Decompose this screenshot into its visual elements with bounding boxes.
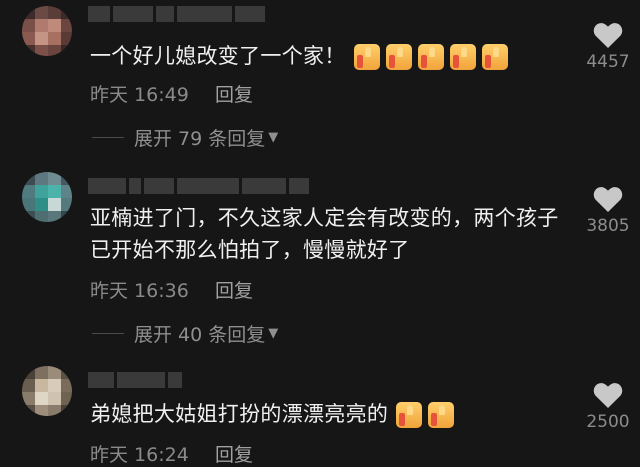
triangle-down-icon: ▼ (268, 130, 279, 145)
reply-button[interactable]: 回复 (215, 276, 253, 303)
like-count: 2500 (586, 412, 630, 432)
thumbs-up-icon (428, 402, 455, 428)
expand-replies-label: 展开 40 条回复 (134, 324, 266, 346)
thumbs-up-icon (449, 44, 476, 70)
divider-line (92, 333, 124, 334)
heart-icon (593, 187, 623, 212)
timestamp: 昨天 16:36 (90, 280, 189, 302)
expand-replies-label: 展开 79 条回复 (134, 128, 266, 150)
like-count: 4457 (586, 52, 630, 72)
comment-meta: 昨天 16:49 回复 (90, 80, 253, 107)
username-blurred[interactable] (88, 178, 309, 194)
expand-replies-button[interactable]: 展开 40 条回复 ▼ (92, 320, 278, 347)
comment-meta: 昨天 16:36 回复 (90, 276, 253, 303)
expand-replies-button[interactable]: 展开 79 条回复 ▼ (92, 124, 278, 151)
emoji-group (353, 44, 508, 70)
timestamp: 昨天 16:49 (90, 84, 189, 106)
emoji-group (396, 402, 455, 428)
like-count: 3805 (586, 216, 630, 236)
heart-icon (593, 383, 623, 408)
avatar[interactable] (22, 6, 72, 56)
username-blurred[interactable] (88, 6, 265, 22)
like-button[interactable]: 4457 (580, 22, 636, 72)
heart-icon (593, 23, 623, 48)
thumbs-up-icon (481, 44, 508, 70)
thumbs-up-icon (385, 44, 412, 70)
thumbs-up-icon (353, 44, 380, 70)
thumbs-up-icon (417, 44, 444, 70)
triangle-down-icon: ▼ (268, 326, 279, 341)
comment-text: 一个好儿媳改变了一个家！ (90, 40, 570, 72)
like-button[interactable]: 2500 (580, 382, 636, 432)
avatar[interactable] (22, 172, 72, 222)
reply-button[interactable]: 回复 (215, 80, 253, 107)
like-button[interactable]: 3805 (580, 186, 636, 236)
username-blurred[interactable] (88, 372, 182, 388)
reply-button[interactable]: 回复 (215, 440, 253, 467)
thumbs-up-icon (396, 402, 423, 428)
avatar[interactable] (22, 366, 72, 416)
comment-text: 亚楠进了门，不久这家人定会有改变的，两个孩子已开始不那么怕拍了，慢慢就好了 (90, 206, 559, 262)
divider-line (92, 137, 124, 138)
comment-text: 弟媳把大姑姐打扮的漂漂亮亮的 (90, 398, 570, 430)
comment-meta: 昨天 16:24 回复 (90, 440, 253, 467)
timestamp: 昨天 16:24 (90, 444, 189, 466)
